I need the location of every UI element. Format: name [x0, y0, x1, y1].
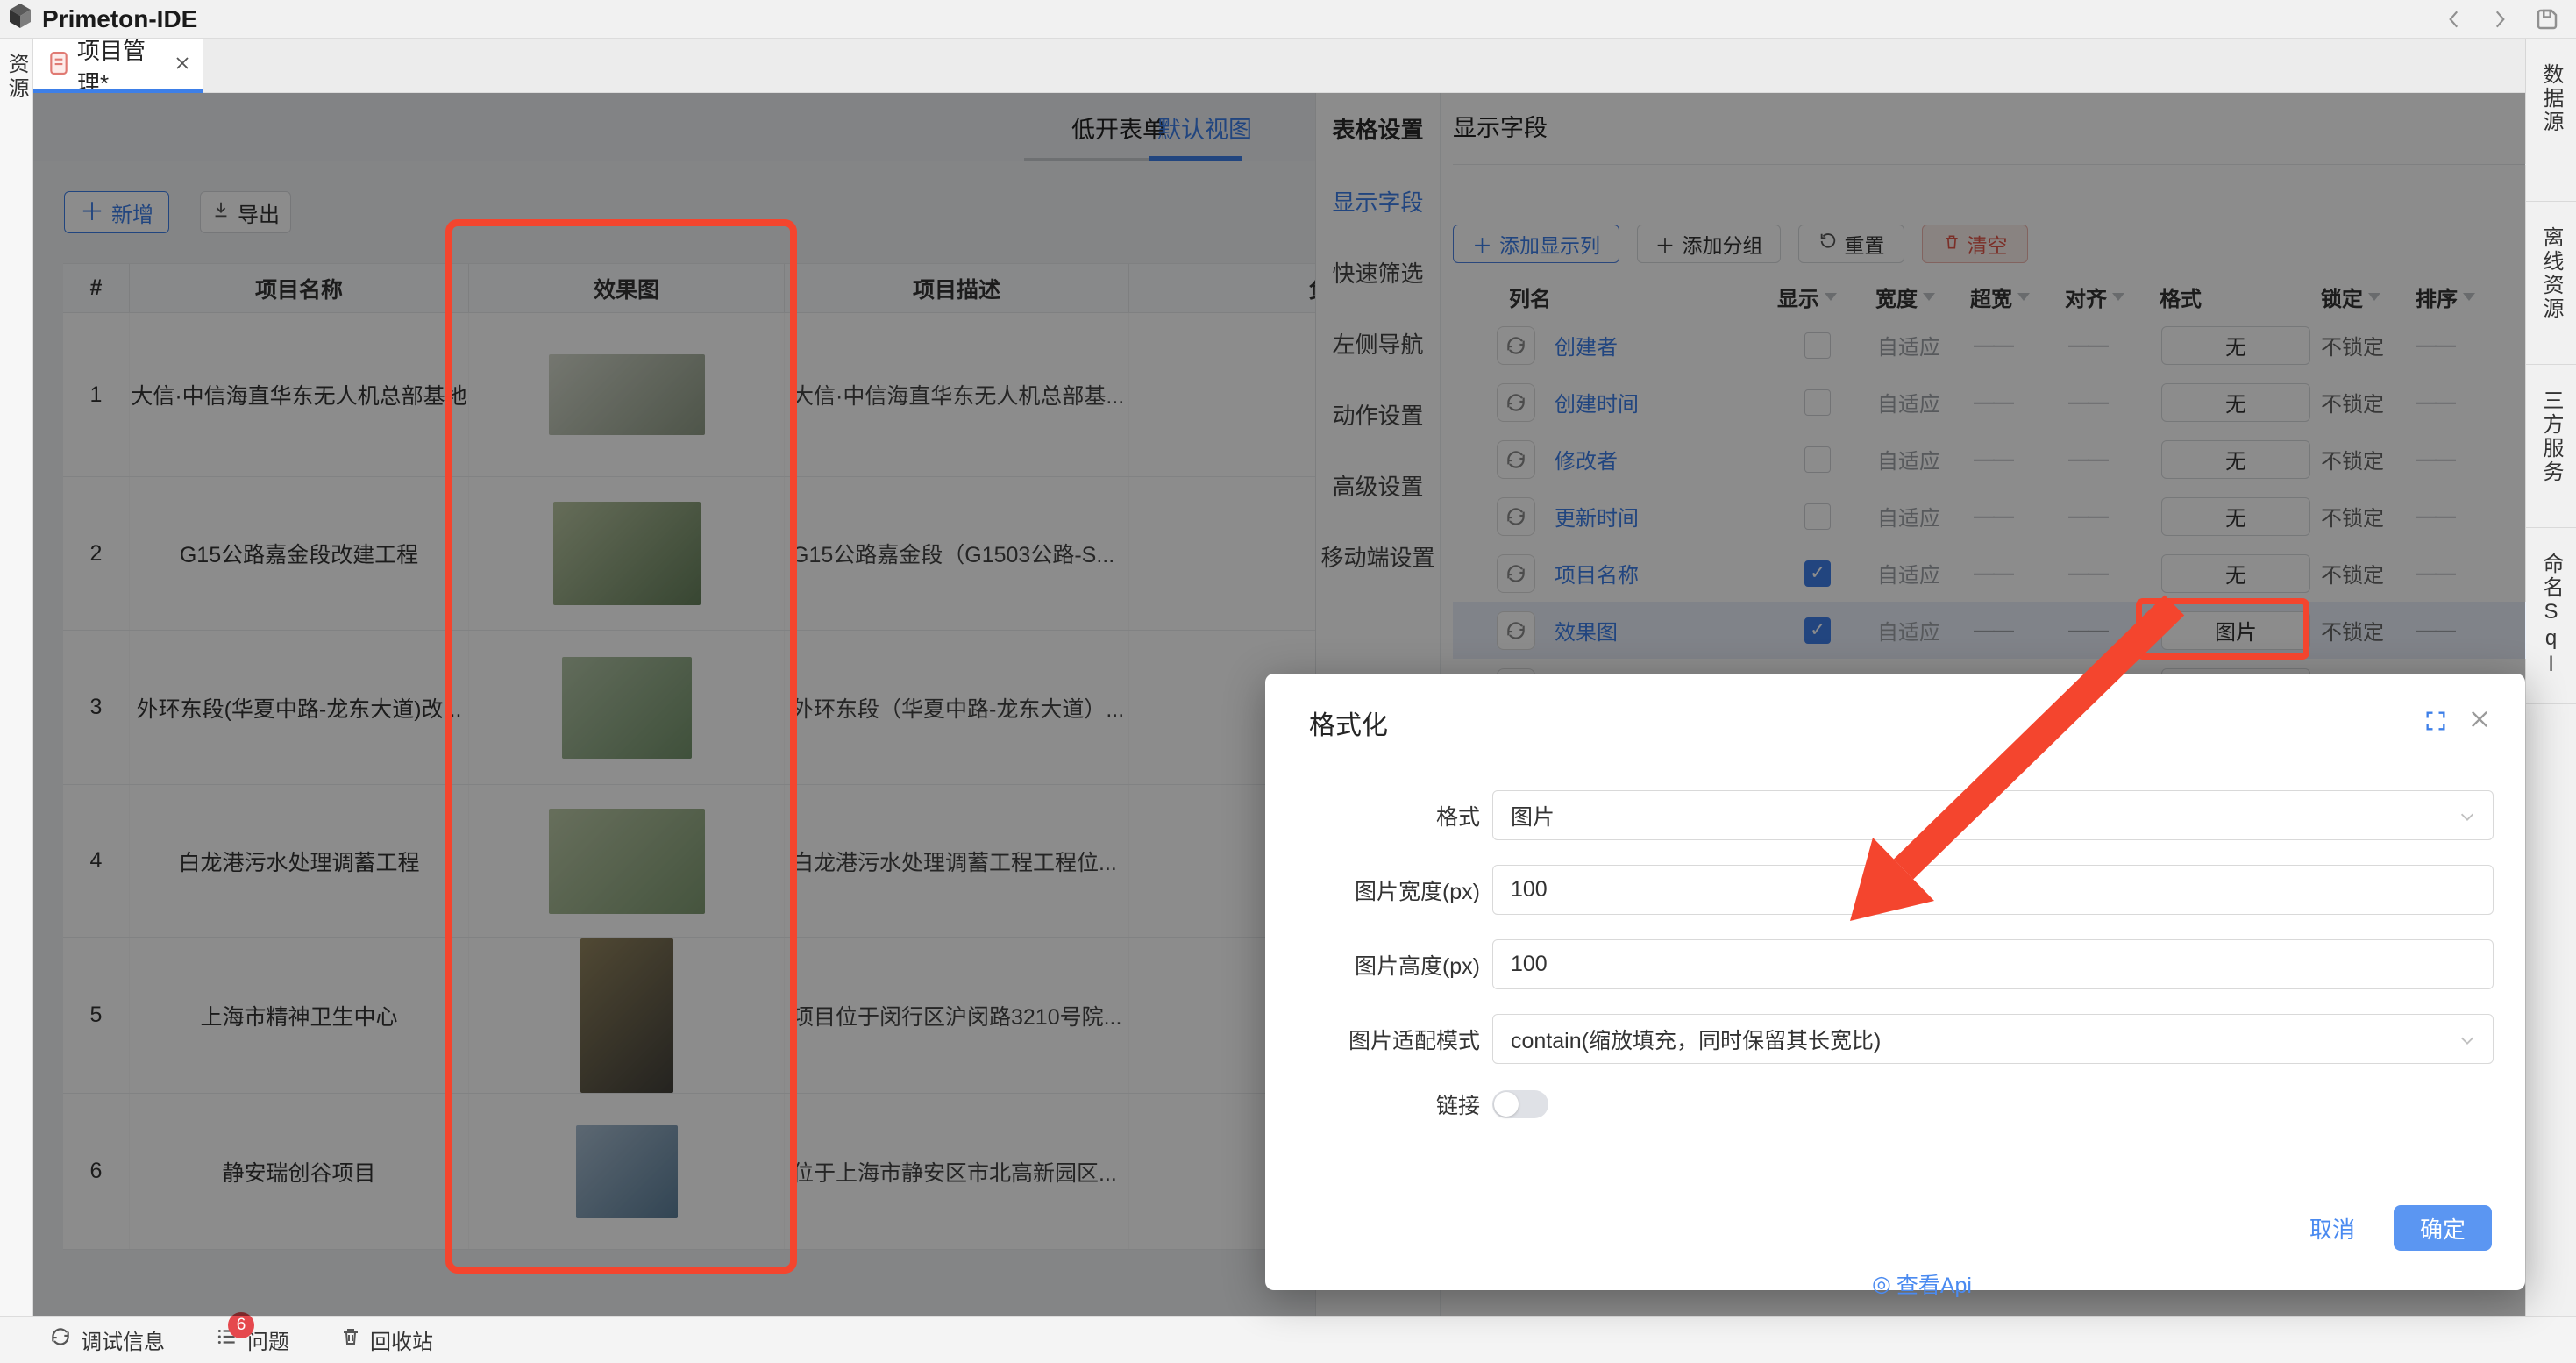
recycle-bin-label: 回收站: [370, 1324, 433, 1355]
format-select[interactable]: 图片: [1492, 790, 2494, 840]
debug-info-label: 调试信息: [81, 1324, 165, 1355]
right-dock-item[interactable]: 三方服务: [2526, 365, 2576, 528]
right-dock-item[interactable]: 离线资源: [2526, 202, 2576, 365]
right-dock: 数据源离线资源三方服务命名Sql: [2525, 39, 2576, 1316]
left-dock-item-resources[interactable]: 资源: [1, 53, 32, 102]
nav-forward-icon[interactable]: [2488, 8, 2511, 31]
left-dock: 资源: [0, 39, 33, 1316]
image-height-label: 图片高度(px): [1265, 949, 1480, 981]
editor-tab-project-management[interactable]: 项目管理*: [33, 39, 203, 93]
chevron-down-icon: [2458, 807, 2477, 832]
fullscreen-icon[interactable]: [2423, 709, 2448, 739]
title-bar: Primeton-IDE: [0, 0, 2576, 39]
format-select-value: 图片: [1511, 800, 1555, 831]
close-icon[interactable]: [2467, 707, 2492, 738]
save-icon[interactable]: [2534, 6, 2560, 32]
app-title: Primeton-IDE: [42, 5, 197, 33]
image-height-input[interactable]: [1492, 939, 2494, 989]
recycle-bin-button[interactable]: 回收站: [340, 1324, 433, 1355]
primeton-ide-window: Primeton-IDE 资源 数据源离线资源三方服务命名Sql 项目管理*: [0, 0, 2576, 1363]
chevron-down-icon: [2458, 1031, 2477, 1056]
view-api-link[interactable]: ◎ 查看Api: [1872, 1268, 1972, 1300]
confirm-button[interactable]: 确定: [2394, 1205, 2492, 1251]
problems-count-badge: 6: [228, 1312, 254, 1338]
document-icon: [49, 52, 68, 81]
image-fit-label: 图片适配模式: [1265, 1024, 1480, 1055]
trash-icon: [340, 1326, 361, 1353]
right-dock-item-label: 离线资源: [2536, 226, 2566, 339]
dialog-title: 格式化: [1309, 703, 1388, 742]
toggle-knob: [1494, 1092, 1519, 1117]
editor-tab-bar: 项目管理*: [33, 39, 2525, 93]
app-logo-icon: [7, 3, 33, 35]
image-width-input[interactable]: [1492, 865, 2494, 915]
image-fit-select-value: contain(缩放填充，同时保留其长宽比): [1511, 1024, 1881, 1055]
close-icon[interactable]: [174, 54, 191, 78]
refresh-icon: [49, 1325, 72, 1354]
right-dock-item[interactable]: 命名Sql: [2526, 528, 2576, 704]
image-width-label: 图片宽度(px): [1265, 874, 1480, 906]
link-toggle[interactable]: [1492, 1090, 1548, 1118]
right-dock-item-label: 数据源: [2536, 63, 2566, 176]
link-label: 链接: [1265, 1088, 1480, 1120]
right-dock-item-label: 三方服务: [2536, 389, 2566, 503]
view-api-label: 查看Api: [1896, 1268, 1972, 1300]
debug-info-button[interactable]: 调试信息: [49, 1324, 165, 1355]
format-dialog: 格式化 格式 图片 图片宽度(px) 图片高度(px): [1265, 674, 2525, 1290]
eye-icon: ◎: [1872, 1271, 1891, 1297]
cancel-button[interactable]: 取消: [2309, 1212, 2355, 1245]
status-bar: 调试信息 问题 6 回收站: [0, 1316, 2576, 1363]
right-dock-item-label: 命名Sql: [2536, 553, 2566, 679]
main-content: 低开表单默认视图 ＋ 新增 导出 #项目名称效果图项目描述负责人 1大信·中信海…: [33, 93, 2525, 1316]
dialog-footer: 取消 确定: [2309, 1205, 2492, 1251]
image-fit-select[interactable]: contain(缩放填充，同时保留其长宽比): [1492, 1014, 2494, 1064]
nav-back-icon[interactable]: [2443, 8, 2466, 31]
problems-button[interactable]: 问题 6: [216, 1324, 289, 1355]
right-dock-item[interactable]: 数据源: [2526, 39, 2576, 202]
format-field-label: 格式: [1265, 800, 1480, 831]
